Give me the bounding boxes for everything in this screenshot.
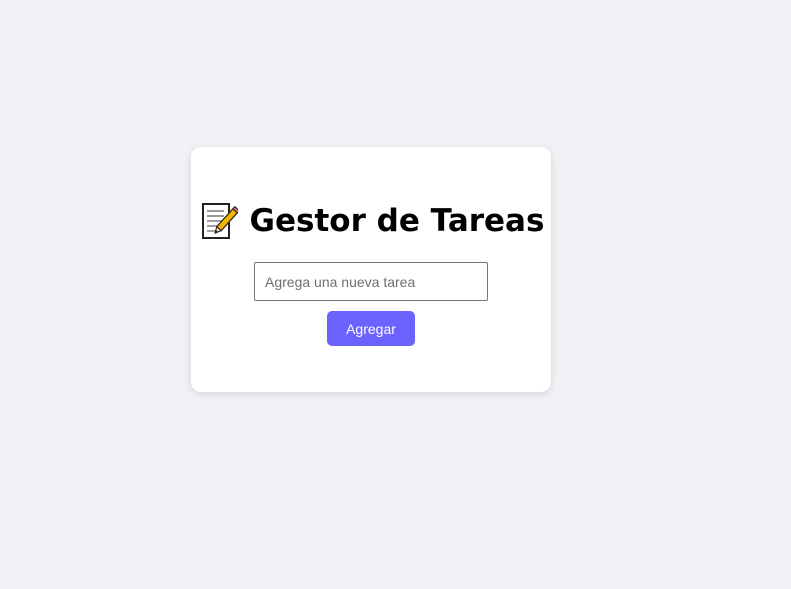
- page-background: { "app": { "title_emoji_icon": "memo-ico…: [0, 0, 791, 589]
- add-task-button[interactable]: Agregar: [327, 311, 415, 346]
- task-manager-card: Gestor de Tareas Agregar: [191, 147, 551, 392]
- new-task-input[interactable]: [254, 262, 488, 301]
- memo-icon: [198, 201, 240, 241]
- app-title-text: Gestor de Tareas: [249, 203, 545, 239]
- app-title-row: Gestor de Tareas: [191, 201, 551, 241]
